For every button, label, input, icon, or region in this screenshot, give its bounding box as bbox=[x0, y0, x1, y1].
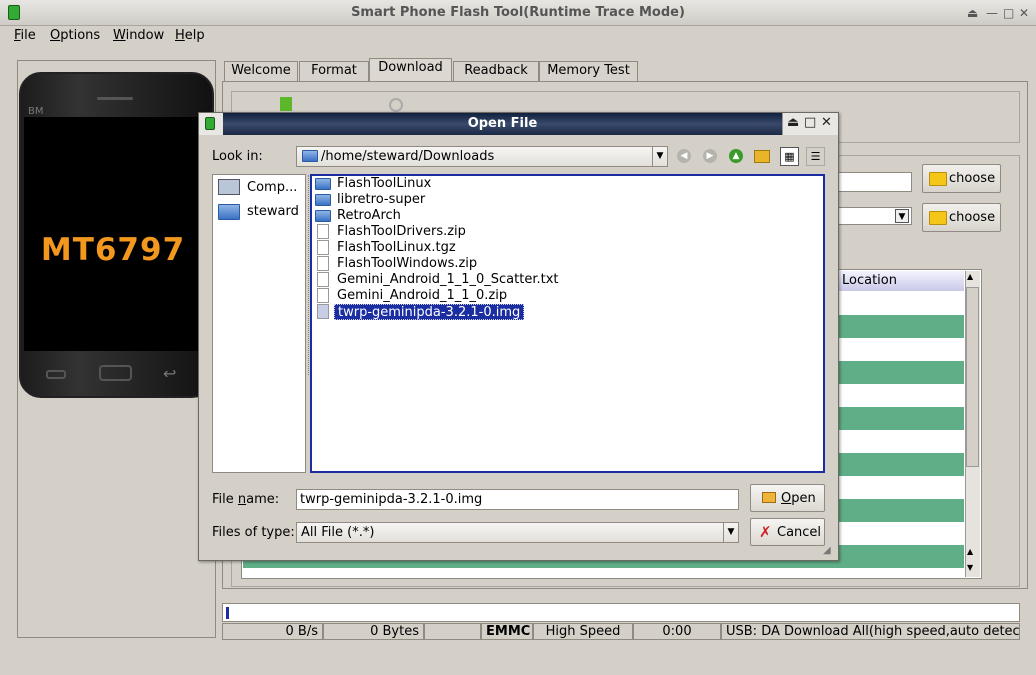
progress-fill bbox=[226, 607, 229, 619]
file-item[interactable]: RetroArch bbox=[337, 208, 401, 224]
document-icon bbox=[317, 288, 329, 303]
place-computer[interactable]: Comp... bbox=[247, 180, 297, 195]
maximize-window-icon[interactable]: □ bbox=[1003, 6, 1014, 20]
progress-bar bbox=[222, 603, 1020, 622]
chevron-down-icon[interactable]: ▼ bbox=[895, 209, 909, 223]
scrollbar-thumb[interactable] bbox=[966, 287, 979, 467]
close-dialog-icon[interactable]: ✕ bbox=[821, 115, 832, 130]
window-title: Smart Phone Flash Tool(Runtime Trace Mod… bbox=[351, 5, 685, 20]
file-item[interactable]: libretro-super bbox=[337, 192, 425, 208]
folder-icon bbox=[315, 178, 331, 190]
file-item[interactable]: FlashToolLinux.tgz bbox=[337, 240, 456, 256]
menu-help[interactable]: Help bbox=[175, 28, 205, 43]
scroll-up-icon[interactable]: ▲ bbox=[967, 547, 973, 556]
document-icon bbox=[317, 240, 329, 255]
status-blank bbox=[424, 623, 481, 640]
open-label: Open bbox=[781, 491, 816, 506]
open-button[interactable]: Open bbox=[750, 484, 825, 512]
da-file-field[interactable] bbox=[836, 172, 912, 192]
cancel-label: Cancel bbox=[777, 525, 822, 540]
back-icon[interactable]: ◀ bbox=[677, 149, 691, 163]
tab-format[interactable]: Format bbox=[299, 61, 369, 81]
look-in-value: /home/steward/Downloads bbox=[321, 149, 495, 164]
parent-folder-icon[interactable]: ▲ bbox=[729, 149, 743, 163]
column-header-location[interactable]: Location bbox=[837, 271, 964, 291]
phone-speaker bbox=[97, 97, 133, 100]
file-name-label: File name: bbox=[212, 492, 280, 507]
close-window-icon[interactable]: ✕ bbox=[1019, 6, 1029, 20]
place-steward[interactable]: steward bbox=[247, 204, 299, 219]
cancel-button[interactable]: ✗ Cancel bbox=[750, 518, 825, 546]
status-storage: EMMC bbox=[481, 623, 533, 640]
chevron-down-icon[interactable]: ▼ bbox=[723, 523, 738, 542]
new-folder-icon[interactable] bbox=[754, 150, 770, 163]
open-folder-icon bbox=[762, 492, 776, 503]
maximize-dialog-icon[interactable]: □ bbox=[804, 115, 816, 130]
main-title-bar: Smart Phone Flash Tool(Runtime Trace Mod… bbox=[0, 0, 1036, 26]
computer-icon bbox=[218, 179, 240, 195]
tab-welcome[interactable]: Welcome bbox=[224, 61, 298, 81]
status-mode: High Speed bbox=[533, 623, 633, 640]
resize-grip-icon[interactable]: ◢ bbox=[823, 545, 831, 556]
stop-icon[interactable] bbox=[389, 98, 403, 112]
splitter-handle[interactable] bbox=[308, 175, 309, 375]
file-item-selected[interactable]: twrp-geminipda-3.2.1-0.img bbox=[334, 304, 525, 320]
document-icon bbox=[317, 272, 329, 287]
file-item[interactable]: FlashToolLinux bbox=[337, 176, 431, 192]
folder-icon bbox=[315, 194, 331, 206]
download-icon[interactable] bbox=[280, 97, 292, 111]
tab-readback[interactable]: Readback bbox=[453, 61, 539, 81]
tab-memory-test[interactable]: Memory Test bbox=[539, 61, 638, 81]
chevron-down-icon[interactable]: ▼ bbox=[652, 147, 667, 166]
file-item[interactable]: Gemini_Android_1_1_0_Scatter.txt bbox=[337, 272, 559, 288]
app-icon bbox=[205, 117, 215, 130]
scroll-down-icon[interactable]: ▼ bbox=[967, 563, 973, 572]
file-type-value: All File (*.*) bbox=[301, 525, 375, 540]
menu-key-icon bbox=[46, 370, 66, 379]
folder-icon bbox=[302, 150, 318, 162]
forward-icon[interactable]: ▶ bbox=[703, 149, 717, 163]
menu-window[interactable]: Window bbox=[113, 28, 164, 43]
tab-download[interactable]: Download bbox=[369, 58, 452, 82]
home-key-icon bbox=[99, 365, 132, 381]
menu-file[interactable]: File bbox=[14, 28, 36, 43]
folder-icon bbox=[929, 172, 947, 186]
list-view-icon[interactable]: ▦ bbox=[780, 147, 799, 166]
status-speed: 0 B/s bbox=[222, 623, 323, 640]
folder-icon bbox=[315, 210, 331, 222]
phone-brand: BM bbox=[28, 106, 44, 117]
status-bytes: 0 Bytes bbox=[323, 623, 424, 640]
back-key-icon: ↩ bbox=[163, 364, 177, 383]
status-message: USB: DA Download All(high speed,auto det… bbox=[721, 623, 1020, 640]
menu-options[interactable]: Options bbox=[50, 28, 100, 43]
folder-icon bbox=[929, 211, 947, 225]
file-item[interactable]: FlashToolDrivers.zip bbox=[337, 224, 466, 240]
chip-label: MT6797 bbox=[40, 232, 186, 268]
shade-dialog-icon[interactable]: ⏏ bbox=[787, 115, 799, 130]
file-item[interactable]: FlashToolWindows.zip bbox=[337, 256, 477, 272]
choose-da-button[interactable]: choose bbox=[922, 164, 1001, 193]
shade-window-icon[interactable]: ⏏ bbox=[967, 6, 978, 20]
file-item[interactable]: Gemini_Android_1_1_0.zip bbox=[337, 288, 507, 304]
detail-view-icon[interactable]: ☰ bbox=[806, 147, 825, 166]
file-name-input[interactable] bbox=[296, 489, 739, 510]
status-time: 0:00 bbox=[633, 623, 721, 640]
cancel-icon: ✗ bbox=[759, 523, 772, 541]
dialog-title: Open File bbox=[467, 116, 538, 131]
dialog-title-bar: Open File bbox=[223, 113, 782, 135]
folder-icon bbox=[218, 204, 240, 220]
app-icon bbox=[8, 5, 20, 20]
document-icon bbox=[317, 304, 329, 319]
minimize-window-icon[interactable]: — bbox=[986, 6, 998, 20]
look-in-label: Look in: bbox=[212, 149, 263, 164]
file-type-label: Files of type: bbox=[212, 525, 295, 540]
choose-scatter-button[interactable]: choose bbox=[922, 203, 1001, 232]
scroll-up-icon[interactable]: ▲ bbox=[967, 272, 973, 281]
document-icon bbox=[317, 224, 329, 239]
document-icon bbox=[317, 256, 329, 271]
